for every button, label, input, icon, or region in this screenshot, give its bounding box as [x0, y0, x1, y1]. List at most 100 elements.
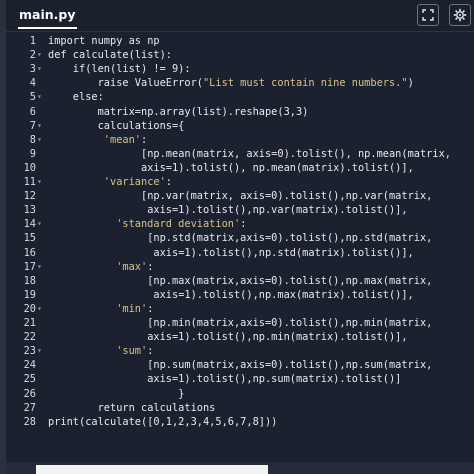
fold-toggle-icon[interactable]: ▾ [37, 62, 45, 76]
fold-toggle-icon[interactable]: ▾ [37, 217, 45, 231]
settings-button[interactable] [449, 4, 471, 26]
line-number: 28 [23, 415, 36, 428]
code-text: raise ValueError("List must contain nine… [97, 77, 414, 90]
code-line[interactable]: 11 ▾ 'variance': [6, 175, 474, 189]
code-line[interactable]: 26} [6, 387, 474, 401]
code-line[interactable]: 28 print(calculate([0,1,2,3,4,5,6,7,8])) [6, 415, 474, 429]
code-text: return calculations [97, 401, 216, 414]
line-number: 24 [23, 359, 36, 372]
line-number: 3 [29, 63, 36, 76]
code-line[interactable]: 20 ▾ 'min': [6, 302, 474, 316]
code-text: 'max': [116, 260, 154, 273]
line-number: 14 [23, 218, 36, 231]
line-number: 9 [29, 147, 36, 160]
code-line[interactable]: 6 matrix=np.array(list).reshape(3,3) [6, 105, 474, 119]
code-editor[interactable]: 1 import numpy as np 2 ▾ def calculate(list)… [6, 32, 474, 444]
code-text: axis=1).tolist(),np.var(matrix).tolist()… [147, 204, 408, 217]
tab-main-py[interactable]: main.py [18, 5, 77, 29]
code-text: 'standard deviation': [116, 218, 247, 231]
fold-toggle-icon[interactable]: ▾ [37, 90, 45, 104]
code-text: [np.max(matrix,axis=0).tolist(),np.max(m… [147, 274, 433, 287]
line-number: 17 [23, 260, 36, 273]
code-line[interactable]: 16 axis=1).tolist(),np.std(matrix).tolist… [6, 246, 474, 260]
line-number: 7 [29, 119, 36, 132]
code-line[interactable]: 2 ▾ def calculate(list): [6, 48, 474, 62]
bottom-panel-strip [36, 465, 268, 474]
line-number: 16 [23, 246, 36, 259]
code-line[interactable]: 15 [np.std(matrix,axis=0).tolist(),np.std… [6, 231, 474, 245]
code-text: axis=1).tolist(),np.max(matrix).tolist()… [153, 288, 414, 301]
code-line[interactable]: 24 [np.sum(matrix,axis=0).tolist(),np.sum… [6, 358, 474, 372]
code-text: [np.var(matrix, axis=0).tolist(),np.var(… [141, 190, 433, 203]
line-number: 5 [29, 91, 36, 104]
code-line[interactable]: 21 [np.min(matrix,axis=0).tolist(),np.min… [6, 316, 474, 330]
fold-toggle-icon[interactable]: ▾ [37, 133, 45, 147]
code-text: 'min': [116, 302, 154, 315]
code-line[interactable]: 10 axis=1).tolist(), np.mean(matrix).toli… [6, 161, 474, 175]
line-number: 20 [23, 302, 36, 315]
code-text: } [178, 387, 185, 400]
code-line[interactable]: 1 import numpy as np [6, 34, 474, 48]
expand-button[interactable] [417, 4, 439, 26]
code-text: print(calculate([0,1,2,3,4,5,6,7,8])) [48, 415, 278, 428]
code-text: if(len(list) != 9): [72, 63, 191, 76]
line-number: 21 [23, 317, 36, 329]
code-line[interactable]: 22 axis=1).tolist(),np.min(matrix).tolist… [6, 330, 474, 344]
code-text: import numpy as np [48, 35, 160, 47]
fold-toggle-icon[interactable]: ▾ [37, 344, 45, 358]
fold-toggle-icon[interactable]: ▾ [37, 48, 45, 62]
settings-icon [453, 8, 467, 22]
line-number: 18 [23, 274, 36, 287]
line-number: 1 [29, 35, 36, 47]
code-line[interactable]: 3 ▾ if(len(list) != 9): [6, 62, 474, 76]
fold-toggle-icon[interactable]: ▾ [37, 260, 45, 274]
code-text: [np.mean(matrix, axis=0).tolist(), np.me… [141, 147, 451, 160]
line-number: 19 [23, 288, 36, 301]
code-text: matrix=np.array(list).reshape(3,3) [97, 105, 309, 118]
code-line[interactable]: 23 ▾ 'sum': [6, 344, 474, 358]
code-text: calculations={ [97, 119, 185, 132]
code-line[interactable]: 19 axis=1).tolist(),np.max(matrix).tolist… [6, 288, 474, 302]
code-line[interactable]: 27 return calculations [6, 401, 474, 415]
fold-toggle-icon[interactable]: ▾ [37, 302, 45, 316]
code-text: [np.sum(matrix,axis=0).tolist(),np.sum(m… [147, 359, 433, 372]
code-line[interactable]: 8 ▾ 'mean': [6, 133, 474, 147]
code-text: axis=1).tolist(), np.mean(matrix).tolist… [141, 161, 414, 174]
code-line[interactable]: 13 axis=1).tolist(),np.var(matrix).tolist… [6, 203, 474, 217]
line-number: 6 [29, 105, 36, 118]
code-line[interactable]: 12 [np.var(matrix, axis=0).tolist(),np.va… [6, 189, 474, 203]
code-text: axis=1).tolist(),np.std(matrix).tolist()… [153, 246, 414, 259]
code-line[interactable]: 18 [np.max(matrix,axis=0).tolist(),np.max… [6, 274, 474, 288]
line-number: 22 [23, 331, 36, 344]
line-number: 10 [23, 161, 36, 174]
line-number: 4 [29, 77, 36, 90]
line-number: 25 [23, 373, 36, 386]
fold-toggle-icon[interactable]: ▾ [37, 119, 45, 133]
code-text: [np.std(matrix,axis=0).tolist(),np.std(m… [147, 232, 433, 245]
code-text: [np.min(matrix,axis=0).tolist(),np.min(m… [147, 317, 433, 329]
code-text: 'mean': [103, 133, 148, 146]
code-line[interactable]: 14 ▾ 'standard deviation': [6, 217, 474, 231]
line-number: 2 [29, 49, 36, 62]
code-line[interactable]: 17 ▾ 'max': [6, 260, 474, 274]
code-line[interactable]: 7 ▾ calculations={ [6, 119, 474, 133]
code-text: axis=1).tolist(),np.min(matrix).tolist()… [147, 331, 408, 344]
code-text: axis=1).tolist(),np.sum(matrix).tolist()… [147, 373, 402, 386]
code-text: else: [72, 91, 104, 104]
code-text: def calculate(list): [48, 49, 172, 62]
expand-icon [422, 9, 434, 21]
code-line[interactable]: 9 [np.mean(matrix, axis=0).tolist(), np.m… [6, 147, 474, 161]
code-line[interactable]: 4 raise ValueError("List must contain nin… [6, 76, 474, 90]
line-number: 23 [23, 345, 36, 358]
code-text: 'variance': [103, 176, 172, 188]
line-number: 12 [23, 190, 36, 203]
line-number: 8 [29, 133, 36, 146]
line-number: 27 [23, 401, 36, 414]
code-line[interactable]: 5 ▾ else: [6, 90, 474, 104]
line-number: 15 [23, 232, 36, 245]
code-text: 'sum': [116, 345, 154, 358]
fold-toggle-icon[interactable]: ▾ [37, 175, 45, 189]
line-number: 26 [23, 387, 36, 400]
editor-header: main.py [6, 0, 474, 32]
code-line[interactable]: 25 axis=1).tolist(),np.sum(matrix).tolist… [6, 372, 474, 386]
